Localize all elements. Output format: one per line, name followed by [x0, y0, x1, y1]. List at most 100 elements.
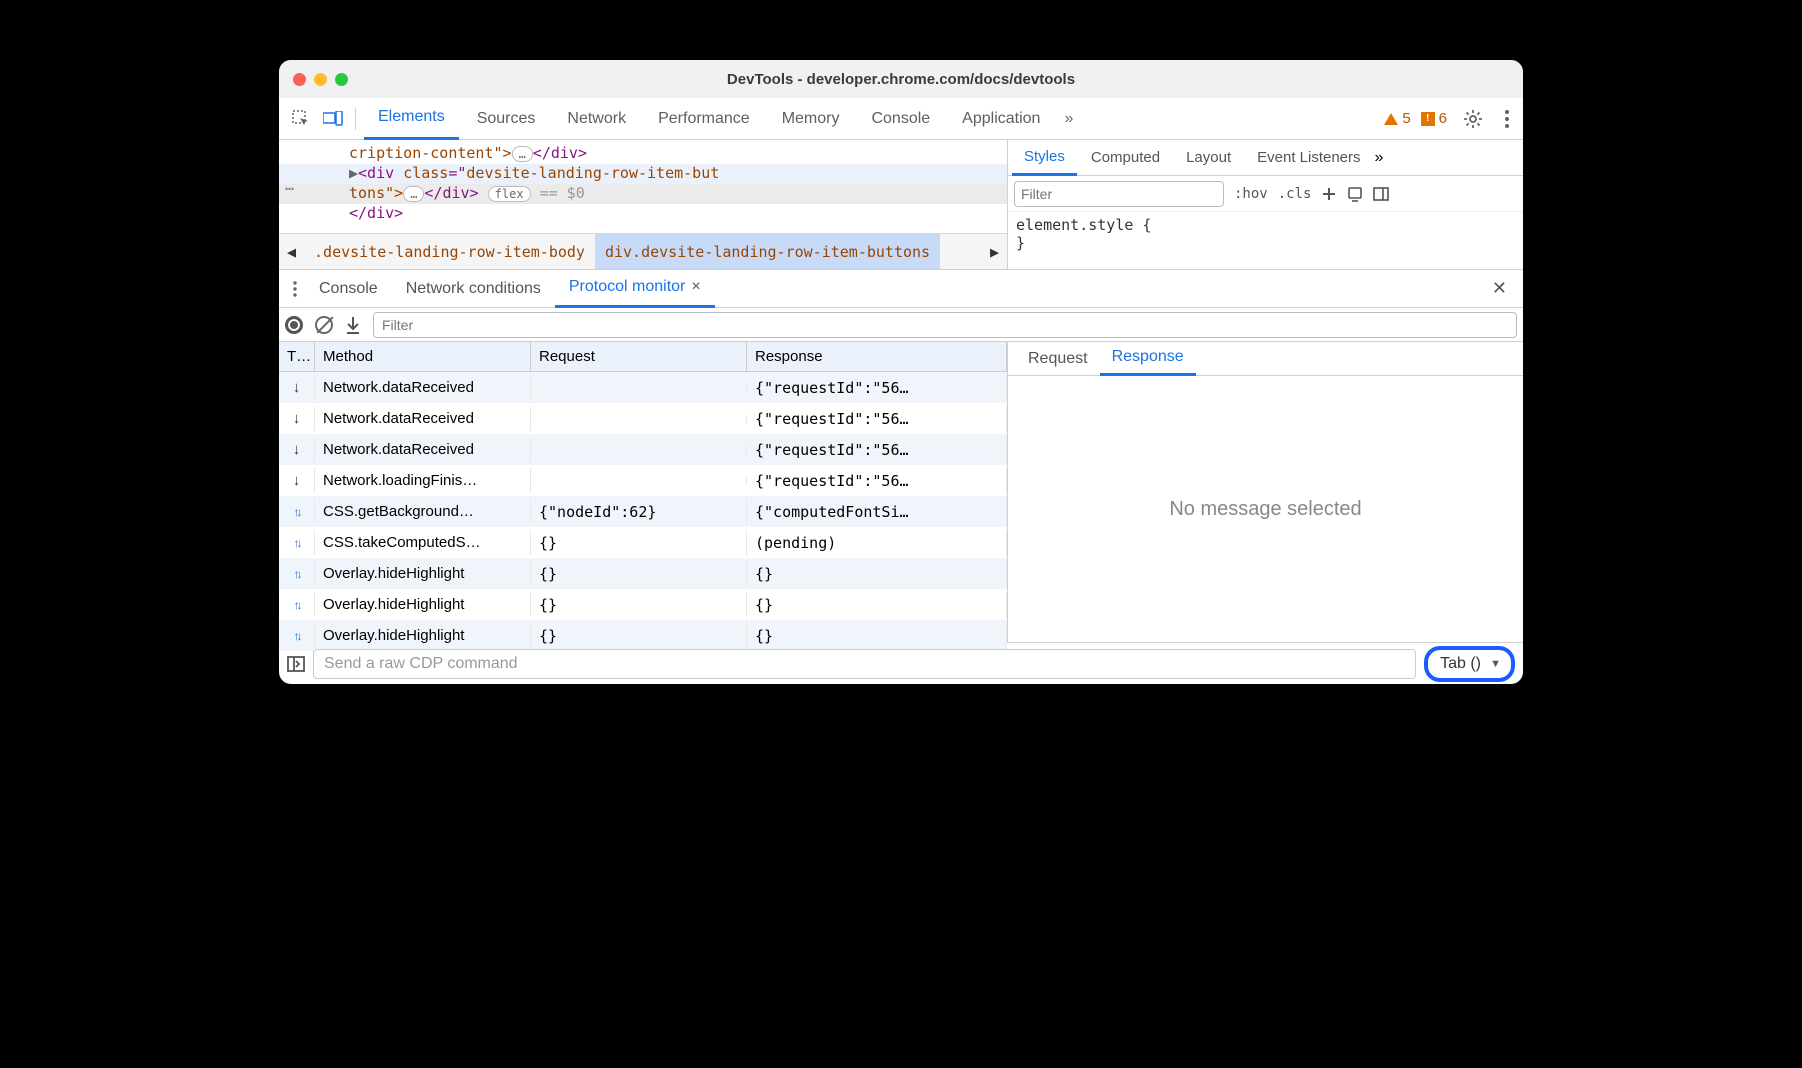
styles-tab-styles[interactable]: Styles	[1012, 140, 1077, 176]
hov-toggle[interactable]: :hov	[1234, 186, 1268, 202]
cell-method: Overlay.hideHighlight	[315, 561, 531, 586]
cdp-command-input[interactable]	[313, 649, 1416, 679]
tab-application[interactable]: Application	[948, 98, 1054, 140]
drawer-tab-network-conditions[interactable]: Network conditions	[392, 270, 555, 308]
breadcrumb-prev-icon[interactable]: ◀	[279, 243, 304, 261]
tab-sources[interactable]: Sources	[463, 98, 550, 140]
protocol-monitor-body: T… Method Request Response Network.dataR…	[279, 342, 1523, 642]
expand-triangle-icon[interactable]: ▶	[349, 164, 358, 182]
drawer-close-icon[interactable]: ✕	[1482, 278, 1517, 299]
record-button[interactable]	[285, 316, 303, 334]
cell-request	[531, 415, 747, 423]
drawer-more-icon[interactable]	[285, 281, 305, 297]
styles-tab-computed[interactable]: Computed	[1079, 140, 1172, 176]
styles-tab-strip: Styles Computed Layout Event Listeners »	[1008, 140, 1523, 176]
inspect-element-icon[interactable]	[287, 105, 315, 133]
drawer-tab-console[interactable]: Console	[305, 270, 392, 308]
collapsed-ellipsis-icon: …	[285, 176, 294, 194]
issue-icon: !	[1421, 112, 1435, 126]
more-tabs-button[interactable]: »	[1058, 110, 1079, 128]
styles-more-tabs-button[interactable]: »	[1375, 149, 1384, 167]
styles-filter-input[interactable]	[1014, 181, 1224, 207]
minimize-window-button[interactable]	[314, 73, 327, 86]
column-header-type[interactable]: T…	[279, 342, 315, 371]
cell-method: Network.dataReceived	[315, 375, 531, 400]
table-row[interactable]: Network.dataReceived{"requestId":"56…	[279, 434, 1007, 465]
styles-tab-event-listeners[interactable]: Event Listeners	[1245, 140, 1372, 176]
sent-arrow-icon	[279, 561, 315, 586]
toggle-editor-icon[interactable]	[287, 655, 305, 673]
style-rule-line: element.style {	[1016, 216, 1515, 234]
cell-method: CSS.takeComputedS…	[315, 530, 531, 555]
protocol-monitor-toolbar	[279, 308, 1523, 342]
styles-tab-layout[interactable]: Layout	[1174, 140, 1243, 176]
sent-arrow-icon	[279, 623, 315, 648]
column-header-request[interactable]: Request	[531, 342, 747, 371]
settings-gear-icon[interactable]	[1457, 109, 1489, 129]
styles-body[interactable]: element.style { }	[1008, 212, 1523, 256]
zoom-window-button[interactable]	[335, 73, 348, 86]
tab-elements[interactable]: Elements	[364, 98, 459, 140]
devtools-window: DevTools - developer.chrome.com/docs/dev…	[279, 60, 1523, 684]
drawer-tab-label: Protocol monitor	[569, 278, 686, 296]
table-row[interactable]: Network.loadingFinis…{"requestId":"56…	[279, 465, 1007, 496]
protocol-message-table: T… Method Request Response Network.dataR…	[279, 342, 1007, 642]
received-arrow-icon	[279, 437, 315, 462]
received-arrow-icon	[279, 375, 315, 400]
computed-styles-icon[interactable]	[1347, 186, 1363, 202]
column-header-method[interactable]: Method	[315, 342, 531, 371]
ellipsis-badge[interactable]: …	[512, 146, 533, 162]
titlebar: DevTools - developer.chrome.com/docs/dev…	[279, 60, 1523, 98]
toggle-sidebar-icon[interactable]	[1373, 186, 1389, 202]
ellipsis-badge[interactable]: …	[403, 186, 424, 202]
sent-arrow-icon	[279, 592, 315, 617]
table-row[interactable]: Network.dataReceived{"requestId":"56…	[279, 403, 1007, 434]
clear-button[interactable]	[315, 316, 333, 334]
detail-tab-request[interactable]: Request	[1016, 342, 1100, 376]
table-row[interactable]: Overlay.hideHighlight{}{}	[279, 558, 1007, 589]
tab-console[interactable]: Console	[857, 98, 944, 140]
breadcrumb-next-icon[interactable]: ▶	[982, 243, 1007, 261]
cls-toggle[interactable]: .cls	[1278, 186, 1312, 202]
cell-request	[531, 477, 747, 485]
flex-badge[interactable]: flex	[488, 186, 531, 202]
table-row[interactable]: Overlay.hideHighlight{}{}	[279, 620, 1007, 651]
tab-close-icon[interactable]: ×	[691, 278, 700, 296]
save-icon[interactable]	[345, 316, 361, 334]
style-rule-line: }	[1016, 234, 1515, 252]
tab-performance[interactable]: Performance	[644, 98, 764, 140]
cell-method: Network.dataReceived	[315, 437, 531, 462]
cell-response: {"requestId":"56…	[747, 468, 1007, 494]
warnings-badge[interactable]: 5	[1384, 110, 1410, 127]
table-row[interactable]: Overlay.hideHighlight{}{}	[279, 589, 1007, 620]
cell-request: {"nodeId":62}	[531, 499, 747, 525]
issues-badge[interactable]: ! 6	[1421, 110, 1447, 127]
cell-method: CSS.getBackground…	[315, 499, 531, 524]
breadcrumb-item-selected[interactable]: div.devsite-landing-row-item-buttons	[595, 234, 940, 269]
tab-network[interactable]: Network	[553, 98, 640, 140]
elements-tree[interactable]: … cription-content">…</div> ▶<div class=…	[279, 140, 1007, 269]
issues-count: 6	[1439, 110, 1447, 127]
breadcrumb: ◀ .devsite-landing-row-item-body div.dev…	[279, 233, 1007, 269]
styles-pane: Styles Computed Layout Event Listeners »…	[1007, 140, 1523, 269]
divider	[355, 108, 356, 130]
column-header-response[interactable]: Response	[747, 342, 1007, 371]
tab-memory[interactable]: Memory	[768, 98, 854, 140]
more-options-icon[interactable]	[1499, 110, 1515, 128]
device-toolbar-icon[interactable]	[319, 105, 347, 133]
cdp-target-select[interactable]: Tab ()	[1424, 646, 1515, 682]
drawer-tab-protocol-monitor[interactable]: Protocol monitor ×	[555, 270, 715, 308]
protocol-filter-input[interactable]	[373, 312, 1517, 338]
dom-line-selected[interactable]: ▶<div class="devsite-landing-row-item-bu…	[279, 164, 1007, 184]
close-window-button[interactable]	[293, 73, 306, 86]
detail-empty-state: No message selected	[1008, 376, 1523, 642]
new-style-rule-icon[interactable]	[1321, 186, 1337, 202]
detail-tab-response[interactable]: Response	[1100, 342, 1196, 376]
cell-response: {"requestId":"56…	[747, 406, 1007, 432]
window-title: DevTools - developer.chrome.com/docs/dev…	[279, 71, 1523, 88]
breadcrumb-item[interactable]: .devsite-landing-row-item-body	[304, 234, 595, 269]
table-row[interactable]: Network.dataReceived{"requestId":"56…	[279, 372, 1007, 403]
table-row[interactable]: CSS.takeComputedS…{}(pending)	[279, 527, 1007, 558]
cell-response: {}	[747, 623, 1007, 649]
table-row[interactable]: CSS.getBackground…{"nodeId":62}{"compute…	[279, 496, 1007, 527]
